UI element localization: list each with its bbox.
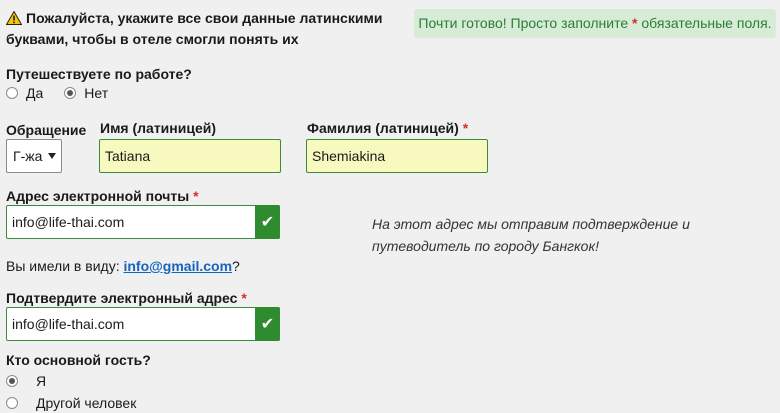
- first-name-value: Tatiana: [105, 148, 151, 164]
- email-value: info@life-thai.com: [12, 214, 125, 230]
- suggestion-prefix: Вы имели в виду:: [6, 258, 120, 274]
- notice-suffix: обязательные поля.: [641, 15, 772, 31]
- last-name-value: Shemiakina: [312, 148, 386, 164]
- latin-letters-warning: Пожалуйста, укажите все свои данные лати…: [5, 9, 386, 49]
- email-label-text: Адрес электронной почты: [6, 188, 190, 204]
- first-name-input[interactable]: Tatiana: [99, 139, 281, 173]
- email-label: Адрес электронной почты *: [6, 188, 199, 204]
- notice-prefix: Почти готово! Просто заполните: [418, 15, 629, 31]
- email-input[interactable]: info@life-thai.com ✔: [6, 205, 280, 239]
- suggested-email-link[interactable]: info@gmail.com: [123, 258, 232, 274]
- confirm-email-required-mark: *: [241, 290, 247, 306]
- email-required-mark: *: [193, 188, 199, 204]
- warning-text: Пожалуйста, укажите все свои данные лати…: [6, 10, 383, 47]
- business-trip-label: Путешествуете по работе?: [6, 66, 192, 82]
- email-hint: На этот адрес мы отправим подтверждение …: [372, 216, 690, 254]
- main-guest-label: Кто основной гость?: [6, 352, 151, 368]
- title-label: Обращение: [6, 122, 87, 138]
- title-select[interactable]: Г-жа: [6, 139, 62, 173]
- radio-other-label[interactable]: Другой человек: [36, 395, 136, 411]
- checkmark-icon: ✔: [255, 205, 280, 239]
- radio-me-label[interactable]: Я: [36, 373, 46, 389]
- business-trip-radio-group: Да Нет: [6, 85, 108, 101]
- radio-me[interactable]: [6, 375, 18, 387]
- warning-icon: [5, 10, 23, 30]
- first-name-label: Имя (латиницей): [100, 120, 217, 136]
- almost-done-notice: Почти готово! Просто заполните * обязате…: [414, 9, 776, 38]
- last-name-label: Фамилия (латиницей) *: [307, 120, 468, 136]
- main-guest-option-other[interactable]: Другой человек: [6, 395, 136, 411]
- confirm-email-label-text: Подтвердите электронный адрес: [6, 290, 238, 306]
- title-select-value: Г-жа: [13, 148, 43, 164]
- radio-no-label[interactable]: Нет: [84, 85, 108, 101]
- radio-yes-label[interactable]: Да: [26, 85, 43, 101]
- checkmark-icon: ✔: [255, 307, 280, 341]
- chevron-down-icon: [48, 153, 56, 159]
- confirm-email-value: info@life-thai.com: [12, 316, 125, 332]
- last-name-input[interactable]: Shemiakina: [306, 139, 488, 173]
- last-name-label-text: Фамилия (латиницей): [307, 120, 459, 136]
- radio-other[interactable]: [6, 397, 18, 409]
- radio-yes[interactable]: [6, 87, 18, 99]
- confirm-email-input[interactable]: info@life-thai.com ✔: [6, 307, 280, 341]
- confirm-email-label: Подтвердите электронный адрес *: [6, 290, 247, 306]
- main-guest-option-me[interactable]: Я: [6, 373, 46, 389]
- radio-no[interactable]: [64, 87, 77, 99]
- last-name-required-mark: *: [462, 120, 469, 136]
- notice-asterisk: *: [632, 15, 638, 31]
- suggestion-suffix: ?: [232, 258, 240, 274]
- email-suggestion: Вы имели в виду: info@gmail.com?: [6, 258, 240, 274]
